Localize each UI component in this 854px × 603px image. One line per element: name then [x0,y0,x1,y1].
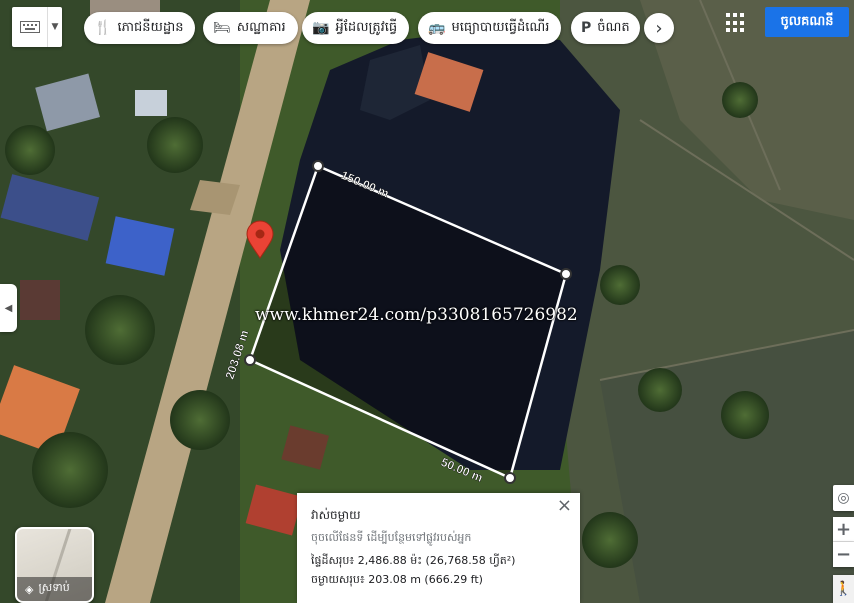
layers-button[interactable]: ◈ ស្រទាប់ [15,527,94,603]
restaurant-icon: 🍴 [94,20,112,36]
building-roof [135,90,167,116]
measure-distance-panel: × វាស់ចម្ងាយ ចុចលើផែនទី ដើម្បីបន្ថែមទៅផ្… [297,493,580,603]
plus-icon: + [835,518,852,540]
chip-things-to-do[interactable]: 📷 អ្វីដែលត្រូវធ្វើ [302,12,410,44]
chip-hotels[interactable]: 🛏 សណ្ឋាគារ [203,12,298,44]
panel-title: វាស់ចម្ងាយ [311,508,361,522]
chip-parking[interactable]: P ចំណត [571,12,640,44]
chevron-right-icon: › [655,17,663,39]
layers-icon: ◈ [25,582,34,596]
keyboard-icon [12,7,48,47]
input-tools-button[interactable]: ▼ [12,7,62,47]
street-view-pegman-button[interactable]: 🚶 [833,575,854,603]
my-location-button[interactable]: ◎ [833,485,854,511]
chip-label: ចំណត [597,19,630,35]
chevron-down-icon[interactable]: ▼ [48,22,62,32]
panel-hint: ចុចលើផែនទី ដើម្បីបន្ថែមទៅផ្លូវរបស់អ្នក [311,531,472,544]
apps-grid-icon[interactable] [726,13,746,33]
camera-icon: 📷 [312,20,330,36]
total-distance: ចម្ងាយសរុប៖ 203.08 m (666.29 ft) [311,573,483,586]
building-roof [20,280,60,320]
chip-restaurants[interactable]: 🍴 ភោជនីយដ្ឋាន [84,12,196,44]
parking-icon: P [581,20,592,36]
chip-transit[interactable]: 🚌 មធ្យោបាយធ្វើដំណើរ [418,12,562,44]
chip-label: អ្វីដែលត្រូវធ្វើ [335,19,398,35]
hotel-icon: 🛏 [213,20,231,36]
layers-label: ស្រទាប់ [38,581,70,594]
chip-label: សណ្ឋាគារ [236,19,286,35]
watermark-text: www.khmer24.com/p3308165726982 [255,305,578,325]
chips-next-button[interactable]: › [644,13,674,43]
minus-icon: − [835,544,852,565]
measure-vertex[interactable] [312,160,324,172]
pegman-icon: 🚶 [834,581,853,597]
close-icon[interactable]: × [557,495,572,516]
measure-vertex[interactable] [560,268,572,280]
collapse-side-panel-button[interactable]: ◀ [0,284,17,332]
measure-vertex[interactable] [504,472,516,484]
chevron-left-icon: ◀ [4,302,13,314]
chip-label: មធ្យោបាយធ្វើដំណើរ [451,19,550,35]
measure-vertex[interactable] [244,354,256,366]
my-location-icon: ◎ [837,490,850,506]
chip-label: ភោជនីយដ្ឋាន [117,19,184,35]
zoom-out-button[interactable]: − [833,542,854,567]
bus-icon: 🚌 [428,20,446,36]
zoom-in-button[interactable]: + [833,517,854,542]
sign-in-button[interactable]: ចូលគណនី [765,7,849,37]
total-area: ផ្ទៃដីសរុប៖ 2,486.88 ម៉ះ (26,768.58 ហ្វី… [311,554,516,567]
